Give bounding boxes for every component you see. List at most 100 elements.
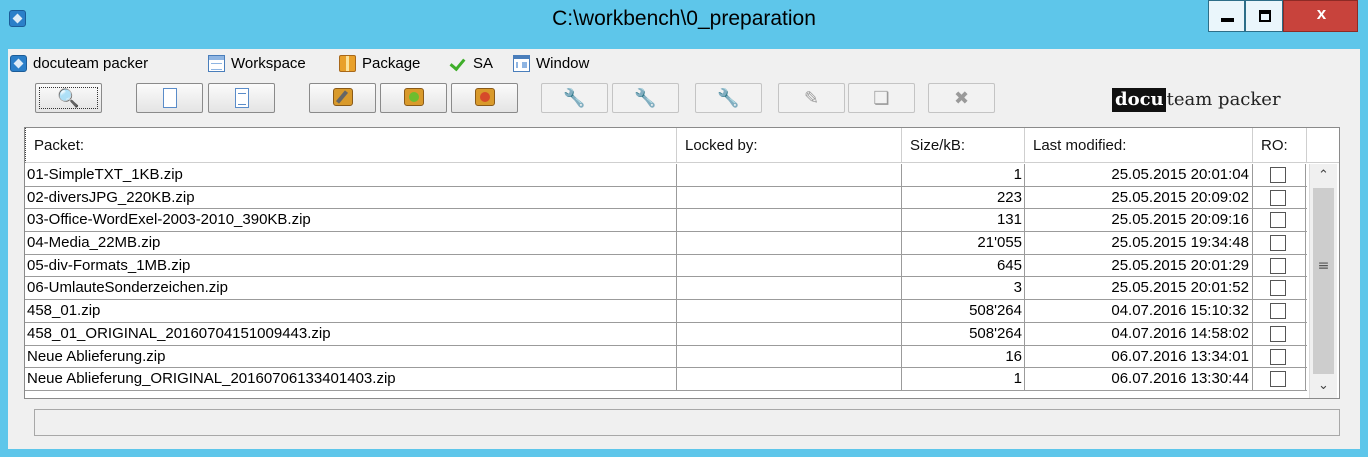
table-row[interactable]: 03-Office-WordExel-2003-2010_390KB.zip 13… [25, 209, 1307, 233]
menu-sa[interactable]: SA [450, 52, 493, 74]
modified-cell: 04.07.2016 15:10:32 [1025, 300, 1253, 323]
scroll-down-icon[interactable]: ⌄ [1310, 374, 1337, 398]
column-header-size[interactable]: Size/kB: [902, 128, 1025, 163]
table-row[interactable]: 04-Media_22MB.zip 21'055 25.05.2015 19:34:… [25, 232, 1307, 255]
close-window-button[interactable]: x [1283, 0, 1358, 32]
tool-add-button[interactable]: 🔧 [612, 83, 679, 113]
tool-remove-button[interactable]: 🔧 [695, 83, 762, 113]
app-icon [10, 54, 27, 72]
locked-by-cell [677, 186, 902, 209]
menu-package[interactable]: Package [339, 52, 420, 74]
title-bar[interactable]: C:\workbench\0_preparation x [0, 0, 1368, 40]
packet-cell: Neue Ablieferung.zip [25, 345, 677, 368]
rename-button[interactable]: ✎ [778, 83, 845, 113]
menu-label: Window [536, 54, 590, 72]
modified-cell: 04.07.2016 14:58:02 [1025, 322, 1253, 345]
table-row[interactable]: 05-div-Formats_1MB.zip 645 25.05.2015 20:0… [25, 254, 1307, 278]
open-package-button[interactable] [380, 83, 447, 113]
table-row[interactable]: 458_01_ORIGINAL_20160704151009443.zip 508… [25, 322, 1307, 346]
packet-cell: Neue Ablieferung_ORIGINAL_20160706133401… [25, 368, 677, 391]
copy-button[interactable]: ❏ [848, 83, 915, 113]
size-cell: 16 [902, 345, 1025, 368]
ro-cell [1253, 232, 1306, 255]
ro-checkbox[interactable] [1270, 325, 1286, 342]
column-header-locked-by[interactable]: Locked by: [677, 128, 902, 163]
checkmark-icon [450, 55, 467, 72]
ro-checkbox[interactable] [1270, 280, 1286, 297]
wrench-minus-icon: 🔧 [717, 88, 740, 109]
packet-cell: 458_01.zip [25, 300, 677, 323]
scroll-up-icon[interactable]: ⌃ [1310, 164, 1337, 188]
close-button[interactable]: ✖ [928, 83, 995, 113]
size-cell: 3 [902, 277, 1025, 300]
menu-window[interactable]: Window [513, 52, 589, 74]
menu-workspace[interactable]: Workspace [208, 52, 306, 74]
table-body: 01-SimpleTXT_1KB.zip 1 25.05.2015 20:01:04… [25, 164, 1307, 391]
ro-checkbox[interactable] [1270, 303, 1286, 320]
package-open-icon [381, 88, 446, 112]
locked-by-cell [677, 300, 902, 323]
minimize-button[interactable] [1208, 0, 1245, 32]
size-cell: 1 [902, 368, 1025, 391]
modified-cell: 25.05.2015 20:01:29 [1025, 254, 1253, 277]
workspace-icon [208, 54, 225, 72]
edit-package-button[interactable] [309, 83, 376, 113]
maximize-button[interactable] [1245, 0, 1283, 32]
docuteam-logo: docu team packer [1112, 88, 1281, 115]
ro-checkbox[interactable] [1270, 257, 1286, 274]
locked-by-cell [677, 254, 902, 277]
table-row[interactable]: Neue Ablieferung.zip 16 06.07.2016 13:34:0… [25, 345, 1307, 369]
locked-by-cell [677, 322, 902, 345]
new-workspace-button[interactable] [136, 83, 203, 113]
size-cell: 645 [902, 254, 1025, 277]
ro-checkbox[interactable] [1270, 348, 1286, 365]
packet-cell: 04-Media_22MB.zip [25, 232, 677, 255]
menu-label: docuteam packer [33, 54, 149, 72]
search-button[interactable]: 🔍 [35, 83, 102, 113]
tool-button[interactable]: 🔧 [541, 83, 608, 113]
ro-cell [1253, 209, 1306, 232]
close-window-label: x [1316, 4, 1327, 23]
wrench-plus-icon: 🔧 [634, 88, 657, 109]
ro-checkbox[interactable] [1270, 212, 1286, 229]
modified-cell: 25.05.2015 20:01:04 [1025, 164, 1253, 186]
packet-cell: 06-UmlauteSonderzeichen.zip [25, 277, 677, 300]
menu-label: Workspace [231, 54, 306, 72]
window-title: C:\workbench\0_preparation [552, 7, 816, 30]
packet-cell: 02-diversJPG_220KB.zip [25, 186, 677, 209]
document-lines-icon [209, 88, 274, 114]
menu-label: SA [473, 54, 494, 72]
ro-cell [1253, 186, 1306, 209]
delete-package-button[interactable] [451, 83, 518, 113]
scroll-thumb[interactable] [1313, 188, 1334, 374]
vertical-scrollbar[interactable]: ⌃ ≡ ⌄ [1309, 164, 1337, 398]
logo-light-part: team packer [1166, 89, 1281, 110]
wrench-icon: 🔧 [563, 88, 586, 109]
packet-cell: 05-div-Formats_1MB.zip [25, 254, 677, 277]
table-row[interactable]: 02-diversJPG_220KB.zip 223 25.05.2015 20:0… [25, 186, 1307, 210]
modified-cell: 06.07.2016 13:30:44 [1025, 368, 1253, 391]
window-icon [513, 54, 530, 72]
ro-checkbox[interactable] [1270, 235, 1286, 252]
package-edit-icon [310, 88, 375, 112]
column-header-ro[interactable]: RO: [1253, 128, 1307, 163]
ro-checkbox[interactable] [1270, 189, 1286, 206]
search-icon: 🔍 [57, 88, 80, 109]
new-document-icon [137, 88, 202, 114]
packet-cell: 03-Office-WordExel-2003-2010_390KB.zip [25, 209, 677, 232]
column-header-last-modified[interactable]: Last modified: [1025, 128, 1253, 163]
open-workspace-button[interactable] [208, 83, 275, 113]
table-row[interactable]: 06-UmlauteSonderzeichen.zip 3 25.05.2015 2… [25, 277, 1307, 301]
size-cell: 131 [902, 209, 1025, 232]
table-row[interactable]: 01-SimpleTXT_1KB.zip 1 25.05.2015 20:01:04 [25, 164, 1307, 187]
ro-checkbox[interactable] [1270, 371, 1286, 388]
column-header-packet[interactable]: Packet: [25, 128, 677, 163]
table-row[interactable]: Neue Ablieferung_ORIGINAL_20160706133401… [25, 368, 1307, 391]
ro-checkbox[interactable] [1270, 167, 1286, 183]
packet-cell: 01-SimpleTXT_1KB.zip [25, 164, 677, 186]
menu-docuteam-packer[interactable]: docuteam packer [10, 52, 148, 74]
table-row[interactable]: 458_01.zip 508'264 04.07.2016 15:10:32 [25, 300, 1307, 323]
size-cell: 223 [902, 186, 1025, 209]
toolbar: 🔍 🔧 🔧 🔧 ✎ ❏ ✖ docu team packer [8, 81, 1360, 117]
locked-by-cell [677, 277, 902, 300]
